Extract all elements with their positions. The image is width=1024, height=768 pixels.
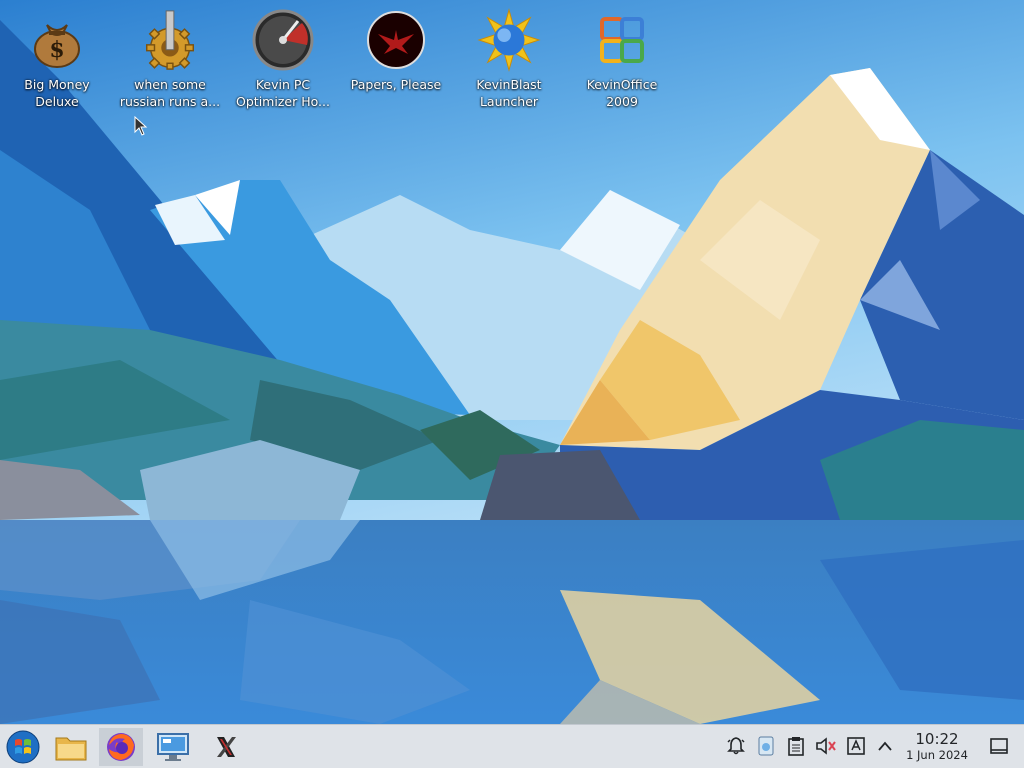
- volume-muted-icon[interactable]: [814, 734, 838, 758]
- clock-date[interactable]: 1 Jun 2024: [900, 748, 974, 762]
- x-icon: [217, 737, 236, 757]
- desktop-icon-papers-please[interactable]: Papers, Please: [341, 8, 451, 116]
- clock-time[interactable]: 10:22: [904, 730, 970, 748]
- gear-icon: [138, 8, 202, 72]
- desktop-icon-label: when some russian runs a...: [119, 77, 221, 109]
- show-desktop-icon[interactable]: [987, 734, 1011, 758]
- speedometer-icon: [251, 8, 315, 72]
- firefox-icon: [107, 733, 135, 761]
- sun-globe-icon: [477, 8, 541, 72]
- svg-text:$: $: [49, 37, 64, 63]
- office-logo-icon: [590, 8, 654, 72]
- money-bag-icon: $: [25, 8, 89, 72]
- start-menu-button[interactable]: [1, 728, 45, 766]
- folder-icon: [55, 737, 87, 761]
- desktop-icon-russian-gear[interactable]: when some russian runs a...: [115, 8, 225, 116]
- notifications-icon[interactable]: [724, 734, 748, 758]
- firefox-button[interactable]: [99, 728, 143, 766]
- desktop-icon-label: KevinBlast Launcher: [476, 77, 542, 109]
- desktop-icon-big-money-deluxe[interactable]: $ Big Money Deluxe: [2, 8, 112, 116]
- file-manager-button[interactable]: [49, 728, 93, 766]
- desktop-icon-label: Papers, Please: [350, 77, 442, 92]
- desktop-icon-kevin-pc-optimizer[interactable]: Kevin PC Optimizer Ho...: [228, 8, 338, 116]
- windows-orb-icon: [6, 730, 40, 764]
- mouse-cursor-icon: [134, 116, 148, 136]
- taskbar: 10:22 1 Jun 2024: [0, 724, 1024, 768]
- keyboard-layout-icon[interactable]: [844, 734, 868, 758]
- desktop-icon-label: Big Money Deluxe: [24, 77, 90, 109]
- eagle-emblem-icon: [364, 8, 428, 72]
- computer-monitor-icon: [157, 733, 189, 761]
- desktop-icon-label: KevinOffice 2009: [586, 77, 658, 109]
- clipboard-icon[interactable]: [784, 734, 808, 758]
- control-panel-button[interactable]: [151, 728, 195, 766]
- desktop-icon-kevinoffice-2009[interactable]: KevinOffice 2009: [567, 8, 677, 116]
- desktop-icon-label: Kevin PC Optimizer Ho...: [236, 77, 330, 109]
- desktop-icon-kevinblast-launcher[interactable]: KevinBlast Launcher: [454, 8, 564, 116]
- show-hidden-icons[interactable]: [873, 734, 897, 758]
- network-icon[interactable]: [754, 734, 778, 758]
- x-app-button[interactable]: [204, 728, 248, 766]
